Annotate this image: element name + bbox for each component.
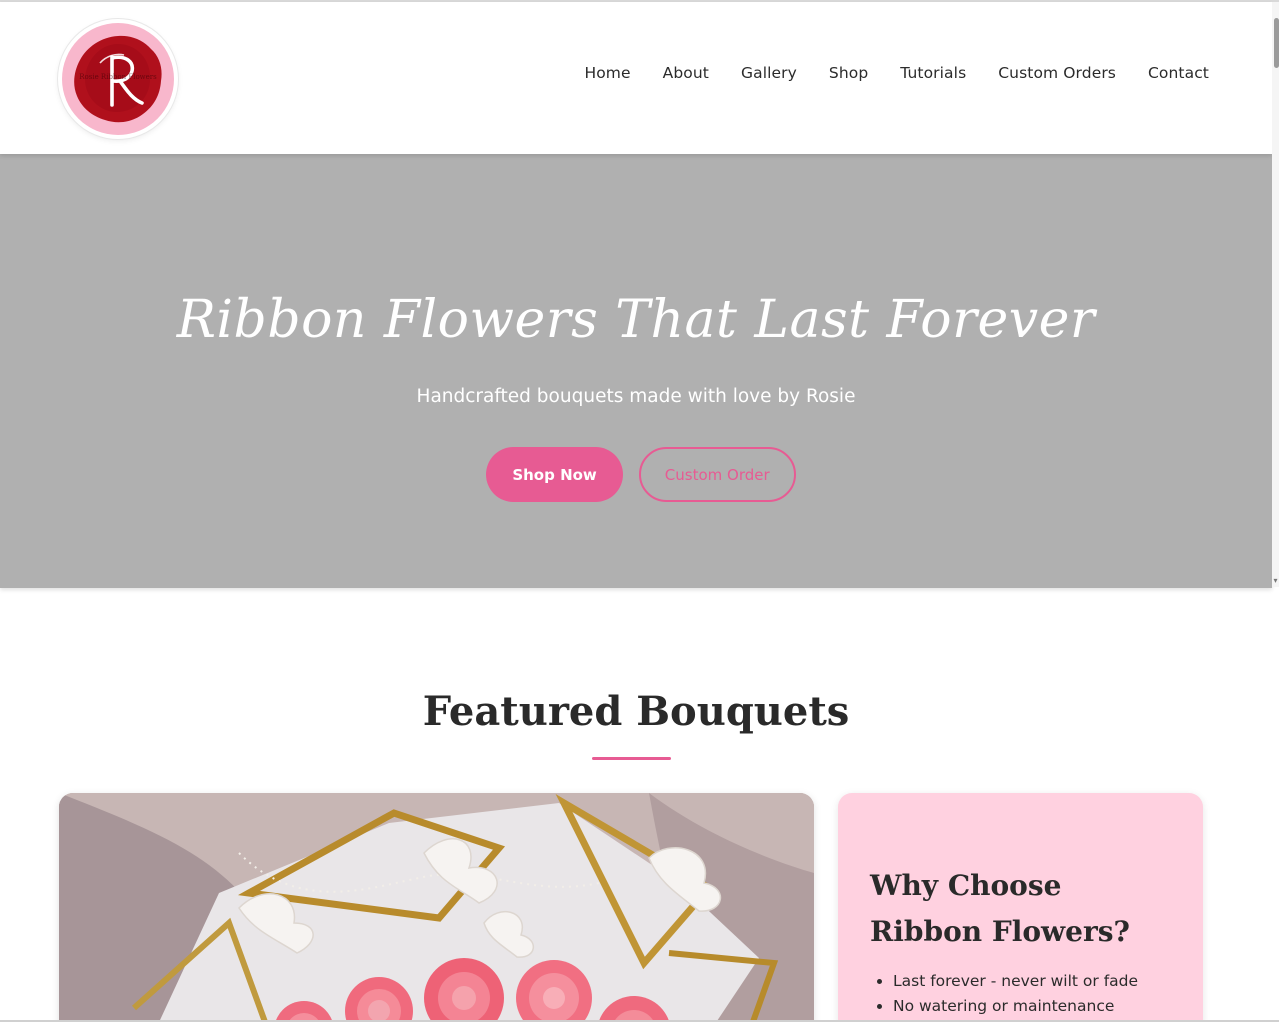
site-header: Rosie Ribbon Flowers Home About Gallery …: [0, 2, 1272, 154]
nav-home[interactable]: Home: [584, 64, 630, 82]
benefit-item: Last forever - never wilt or fade: [893, 969, 1138, 994]
scroll-down-arrow-icon[interactable]: ▾: [1272, 576, 1279, 586]
featured-bouquet-image[interactable]: [59, 793, 814, 1022]
why-choose-card: Why Choose Ribbon Flowers? Last forever …: [838, 793, 1203, 1022]
hero-title: Ribbon Flowers That Last Forever: [176, 290, 1096, 350]
hero-buttons: Shop Now Custom Order: [0, 447, 1272, 502]
page: Rosie Ribbon Flowers Home About Gallery …: [0, 0, 1279, 1022]
nav-shop[interactable]: Shop: [829, 64, 868, 82]
shop-now-button[interactable]: Shop Now: [486, 447, 623, 502]
why-choose-title: Why Choose Ribbon Flowers?: [870, 869, 1130, 948]
logo-ring: Rosie Ribbon Flowers: [62, 23, 174, 135]
benefits-list: Last forever - never wilt or fade No wat…: [870, 969, 1138, 1019]
wax-seal-logo-icon: Rosie Ribbon Flowers: [74, 35, 162, 123]
custom-order-button[interactable]: Custom Order: [638, 447, 796, 502]
main-nav: Home About Gallery Shop Tutorials Custom…: [584, 64, 1209, 82]
hero-subtitle: Handcrafted bouquets made with love by R…: [416, 386, 856, 407]
logo[interactable]: Rosie Ribbon Flowers: [58, 19, 178, 139]
nav-tutorials[interactable]: Tutorials: [900, 64, 966, 82]
scrollbar-thumb[interactable]: [1274, 18, 1279, 68]
svg-text:Rosie Ribbon Flowers: Rosie Ribbon Flowers: [79, 73, 157, 81]
benefit-item: No watering or maintenance: [893, 994, 1138, 1019]
featured-title: Featured Bouquets: [422, 688, 850, 735]
bouquet-photo: [59, 793, 814, 1022]
nav-about[interactable]: About: [663, 64, 709, 82]
page-scrollbar[interactable]: ▾: [1272, 2, 1279, 587]
nav-contact[interactable]: Contact: [1148, 64, 1209, 82]
nav-gallery[interactable]: Gallery: [741, 64, 797, 82]
nav-custom-orders[interactable]: Custom Orders: [998, 64, 1116, 82]
hero-section: Ribbon Flowers That Last Forever Handcra…: [0, 154, 1272, 588]
title-underline: [592, 757, 671, 760]
